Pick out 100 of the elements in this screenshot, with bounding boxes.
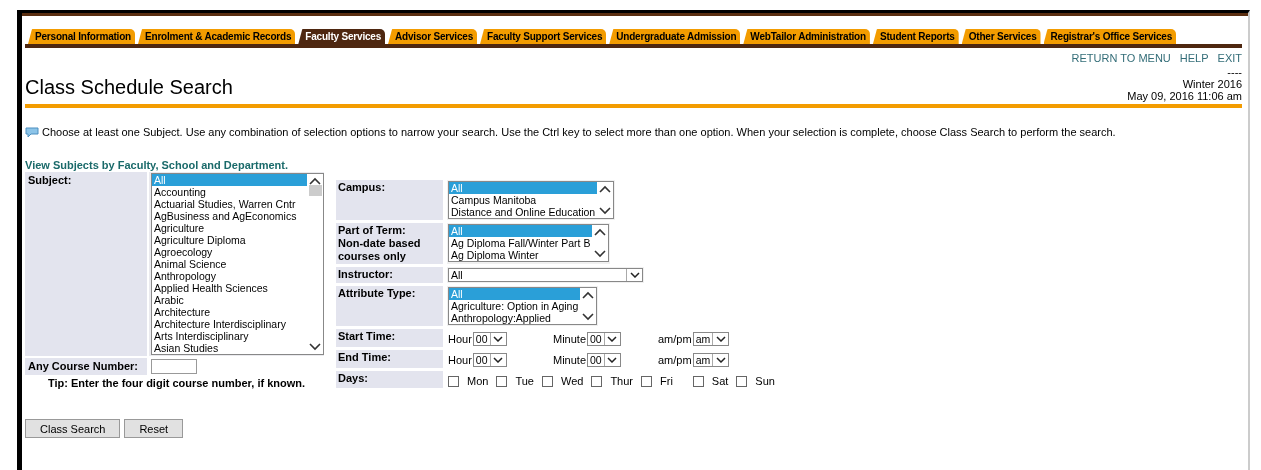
list-option[interactable]: Architecture Interdisciplinary (152, 318, 307, 330)
list-box[interactable] (151, 173, 324, 355)
scrollbar-thumb[interactable] (308, 185, 322, 196)
list-option[interactable]: AgBusiness and AgEconomics (152, 210, 307, 222)
field-label: Part of Term: Non-date based courses only (336, 223, 443, 264)
checkbox[interactable] (692, 375, 704, 387)
field-label: End Time: (336, 350, 443, 368)
field-label: Any Course Number: (25, 358, 147, 375)
dropdown-caret-icon (715, 357, 726, 363)
list-option[interactable]: Ag Diploma Winter (449, 249, 593, 261)
list-option[interactable]: Arabic (152, 294, 307, 306)
list-option[interactable]: Agriculture (152, 222, 307, 234)
scroll-up-icon[interactable] (594, 228, 607, 236)
time-label: Hour (448, 333, 472, 345)
day-label: Wed (560, 375, 584, 387)
list-option[interactable]: Ag Diploma Fall/Winter Part B (449, 237, 593, 249)
day-label: Mon (467, 375, 489, 387)
list-option[interactable]: Anthropology (152, 270, 307, 282)
nav-tab[interactable]: WebTailor Administration (743, 29, 870, 44)
scroll-up-icon[interactable] (599, 185, 612, 193)
list-box[interactable]: All Agriculture: Option in Aging Anthropology:Applied (448, 287, 598, 325)
term-text: Winter 2016 (1181, 78, 1242, 90)
field-label: Attribute Type: (336, 286, 443, 326)
checkbox[interactable] (736, 375, 748, 387)
header-link[interactable]: RETURN TO MENU (1071, 52, 1171, 64)
day-label: Sun (755, 375, 775, 387)
tip-text: Tip: Enter the four digit course number, if known. (46, 377, 307, 389)
speech-bubble-icon (25, 126, 39, 138)
list-option[interactable]: Agroecology (152, 246, 307, 258)
list-option[interactable]: Agriculture Diploma (152, 234, 307, 246)
header-link[interactable]: HELP (1179, 52, 1209, 64)
checkbox[interactable] (641, 375, 652, 387)
list-option[interactable]: Asian Studies (152, 342, 307, 354)
list-option[interactable]: Campus Manitoba (449, 194, 598, 206)
dropdown[interactable]: 00 (472, 332, 507, 346)
field-label: Instructor: (336, 267, 443, 283)
subjects-link[interactable]: View Subjects by Faculty, School and Department. (25, 159, 1242, 171)
dropdown-caret-icon (493, 357, 504, 363)
checkbox[interactable] (496, 375, 508, 387)
scroll-down-icon[interactable] (309, 343, 321, 351)
day-label: Fri (660, 375, 673, 387)
scroll-down-icon[interactable] (594, 250, 607, 258)
checkbox[interactable] (541, 375, 553, 387)
form-button[interactable]: Reset (124, 419, 184, 438)
list-option[interactable]: Anthropology:Applied (449, 312, 581, 324)
dropdown-caret-icon (629, 272, 640, 278)
time-label: Minute (553, 333, 587, 345)
list-box[interactable]: All Ag Diploma Fall/Winter Part B Ag Diploma Winter (448, 224, 610, 262)
nav-tab[interactable]: Faculty Services (298, 29, 386, 44)
dropdown-caret-icon (607, 336, 618, 342)
header-link[interactable]: EXIT (1217, 52, 1242, 64)
page-title: Class Schedule Search (25, 76, 233, 99)
nav-tab[interactable]: Student Reports (872, 29, 959, 44)
time-label: Hour (448, 354, 472, 366)
time-label: am/pm (658, 333, 692, 345)
dropdown[interactable]: 00 (472, 353, 507, 367)
nav-tab[interactable]: Other Services (961, 29, 1041, 44)
scroll-up-icon[interactable] (582, 291, 595, 299)
list-option[interactable]: Arts Interdisciplinary (152, 330, 307, 342)
list-option[interactable]: Accounting (152, 186, 307, 198)
day-label: Sat (711, 375, 729, 387)
dropdown-caret-icon (715, 336, 726, 342)
scroll-down-icon[interactable] (599, 207, 612, 215)
dropdown-caret-icon (607, 357, 618, 363)
scroll-down-icon[interactable] (582, 313, 595, 321)
dropdown[interactable]: am (692, 332, 730, 346)
time-label: Minute (553, 354, 587, 366)
list-option[interactable]: Agriculture: Option in Aging (449, 300, 581, 312)
field-label: Days: (336, 371, 443, 388)
dropdown[interactable]: 00 (587, 332, 621, 346)
instructions-text: Choose at least one Subject. Use any combination of selection options to narrow your search. Use the Ctrl key to select more than one option. When your selection is complete, choose Class Search to perform the search. (42, 126, 1116, 138)
dropdown[interactable]: All (448, 268, 643, 282)
nav-tab[interactable]: Advisor Services (388, 29, 478, 44)
list-option[interactable]: Architecture (152, 306, 307, 318)
scroll-up-icon[interactable] (309, 177, 321, 185)
nav-tab[interactable]: Registrar's Office Services (1043, 29, 1176, 44)
nav-tab[interactable]: Undergraduate Admission (609, 29, 741, 44)
list-option[interactable]: Applied Health Sciences (152, 282, 307, 294)
field-label: Campus: (336, 180, 443, 220)
dropdown[interactable]: am (692, 353, 730, 367)
dropdown[interactable]: 00 (587, 353, 621, 367)
field-label: Start Time: (336, 329, 443, 347)
form-button[interactable]: Class Search (25, 419, 121, 438)
nav-tab[interactable]: Enrolment & Academic Records (138, 29, 296, 44)
nav-tab[interactable]: Personal Information (28, 29, 135, 44)
separator-text: ---- (1226, 66, 1242, 78)
checkbox[interactable] (591, 375, 603, 387)
list-option[interactable]: Distance and Online Education (449, 206, 598, 218)
list-option[interactable]: Actuarial Studies, Warren Cntr (152, 198, 307, 210)
field-label: Subject: (25, 172, 147, 356)
list-option[interactable]: Animal Science (152, 258, 307, 270)
course-number-field[interactable] (151, 359, 197, 374)
dropdown-caret-icon (493, 336, 504, 342)
day-label: Thur (610, 375, 633, 387)
nav-tab[interactable]: Faculty Support Services (480, 29, 607, 44)
checkbox[interactable] (448, 375, 459, 387)
list-box[interactable]: All Campus Manitoba Distance and Online Education (448, 181, 615, 219)
time-label: am/pm (658, 354, 692, 366)
date-time: May 09, 2016 11:06 am (1127, 90, 1242, 102)
day-label: Tue (515, 375, 534, 387)
